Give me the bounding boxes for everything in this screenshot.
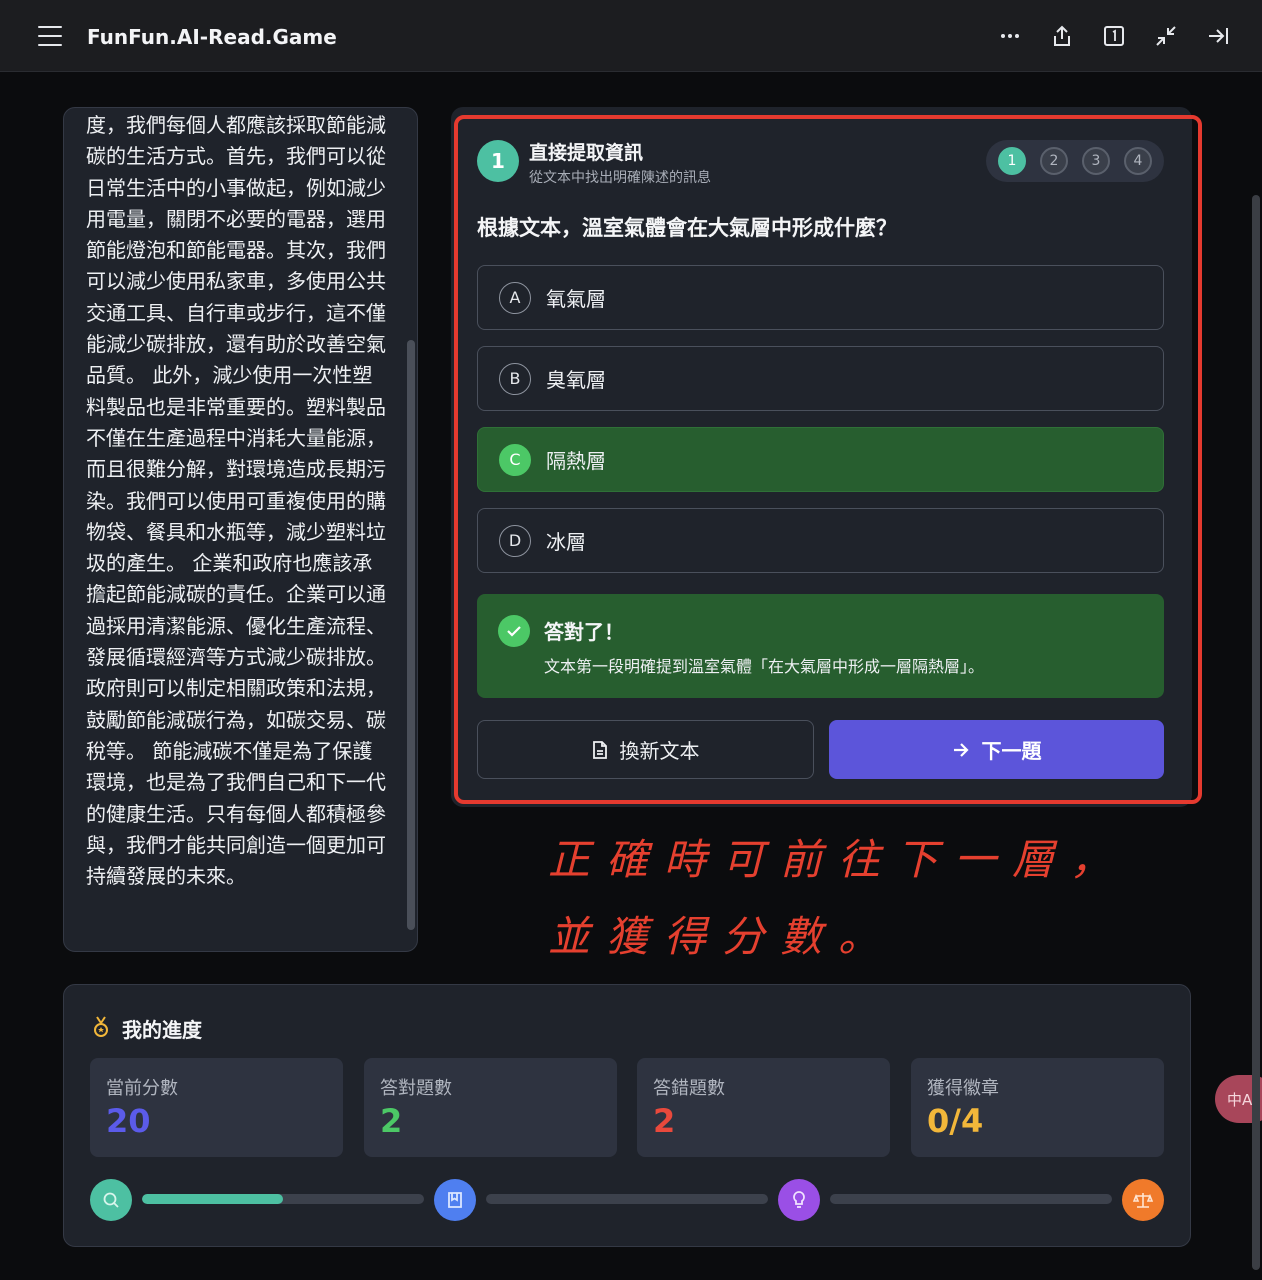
passage-scrollbar[interactable] xyxy=(407,340,415,930)
share-icon[interactable] xyxy=(1050,24,1074,48)
stat-value: 2 xyxy=(653,1102,676,1140)
progress-fill-1 xyxy=(142,1194,283,1204)
option-b[interactable]: B 臭氧層 xyxy=(477,346,1164,411)
new-text-label: 換新文本 xyxy=(619,739,700,763)
feedback-box: 答對了！ 文本第一段明確提到溫室氣體「在大氣層中形成一層隔熱層」。 xyxy=(477,594,1164,698)
app-title: FunFun.AI-Read.Game xyxy=(87,25,337,49)
option-letter: A xyxy=(499,281,531,314)
stat-label: 答錯題數 xyxy=(653,1078,725,1099)
stat-value: 20 xyxy=(106,1102,151,1140)
stat-badges: 獲得徽章 0/4 xyxy=(911,1058,1164,1157)
milestone-scale-icon xyxy=(1122,1179,1164,1221)
milestone-lightbulb-icon xyxy=(778,1179,820,1221)
level-title: 直接提取資訊 xyxy=(529,142,644,164)
option-letter: D xyxy=(499,524,531,557)
option-d[interactable]: D 冰層 xyxy=(477,508,1164,573)
stat-label: 獲得徽章 xyxy=(927,1078,999,1099)
level-subtitle: 從文本中找出明確陳述的訊息 xyxy=(529,170,711,186)
progress-track-1 xyxy=(142,1194,424,1204)
stat-value: 2 xyxy=(380,1102,403,1140)
option-text: 隔熱層 xyxy=(546,449,606,473)
level-indicator: 1 2 3 4 xyxy=(986,140,1164,182)
step-number-badge: 1 xyxy=(477,140,519,182)
level-dot-4[interactable]: 4 xyxy=(1124,147,1152,175)
progress-title: 我的進度 xyxy=(122,1018,202,1042)
arrow-right-icon xyxy=(952,742,970,758)
close-panel-icon[interactable] xyxy=(1206,24,1230,48)
next-question-button[interactable]: 下一題 xyxy=(829,720,1164,779)
level-dot-1[interactable]: 1 xyxy=(998,147,1026,175)
stat-label: 答對題數 xyxy=(380,1078,452,1099)
tab-count-icon[interactable] xyxy=(1102,24,1126,48)
progress-track-2 xyxy=(486,1194,768,1204)
top-bar: FunFun.AI-Read.Game xyxy=(0,0,1262,72)
document-icon xyxy=(592,740,608,759)
hamburger-menu-icon[interactable] xyxy=(38,26,62,46)
stat-current-score: 當前分數 20 xyxy=(90,1058,343,1157)
option-text: 臭氧層 xyxy=(546,368,606,392)
progress-track-3 xyxy=(830,1194,1112,1204)
check-icon xyxy=(498,615,530,647)
milestone-book-icon xyxy=(434,1179,476,1221)
passage-panel[interactable]: 度，我們每個人都應該採取節能減碳的生活方式。首先，我們可以從日常生活中的小事做起… xyxy=(63,107,418,952)
option-letter: C xyxy=(499,443,531,476)
option-letter: B xyxy=(499,362,531,395)
feedback-title: 答對了！ xyxy=(544,620,624,644)
option-text: 冰層 xyxy=(546,530,586,554)
stat-value: 0/4 xyxy=(927,1102,984,1140)
feedback-text: 文本第一段明確提到溫室氣體「在大氣層中形成一層隔熱層」。 xyxy=(544,657,985,676)
stat-wrong-count: 答錯題數 2 xyxy=(637,1058,890,1157)
stat-correct-count: 答對題數 2 xyxy=(364,1058,617,1157)
level-dot-3[interactable]: 3 xyxy=(1082,147,1110,175)
passage-text: 度，我們每個人都應該採取節能減碳的生活方式。首先，我們可以從日常生活中的小事做起… xyxy=(86,113,386,889)
option-a[interactable]: A 氧氣層 xyxy=(477,265,1164,330)
option-text: 氧氣層 xyxy=(546,287,606,311)
collapse-icon[interactable] xyxy=(1154,24,1178,48)
new-text-button[interactable]: 換新文本 xyxy=(477,720,814,779)
annotation-line-2: 並獲得分數。 xyxy=(548,912,897,961)
medal-icon xyxy=(91,1016,111,1038)
annotation-line-1: 正確時可前往下一層， xyxy=(548,835,1129,884)
option-c[interactable]: C 隔熱層 xyxy=(477,427,1164,492)
more-icon[interactable] xyxy=(998,24,1022,48)
stat-label: 當前分數 xyxy=(106,1078,178,1099)
question-text: 根據文本，溫室氣體會在大氣層中形成什麼？ xyxy=(477,216,897,240)
page-scrollbar[interactable] xyxy=(1252,195,1260,1270)
milestone-search-icon xyxy=(90,1179,132,1221)
next-label: 下一題 xyxy=(981,739,1042,763)
level-dot-2[interactable]: 2 xyxy=(1040,147,1068,175)
